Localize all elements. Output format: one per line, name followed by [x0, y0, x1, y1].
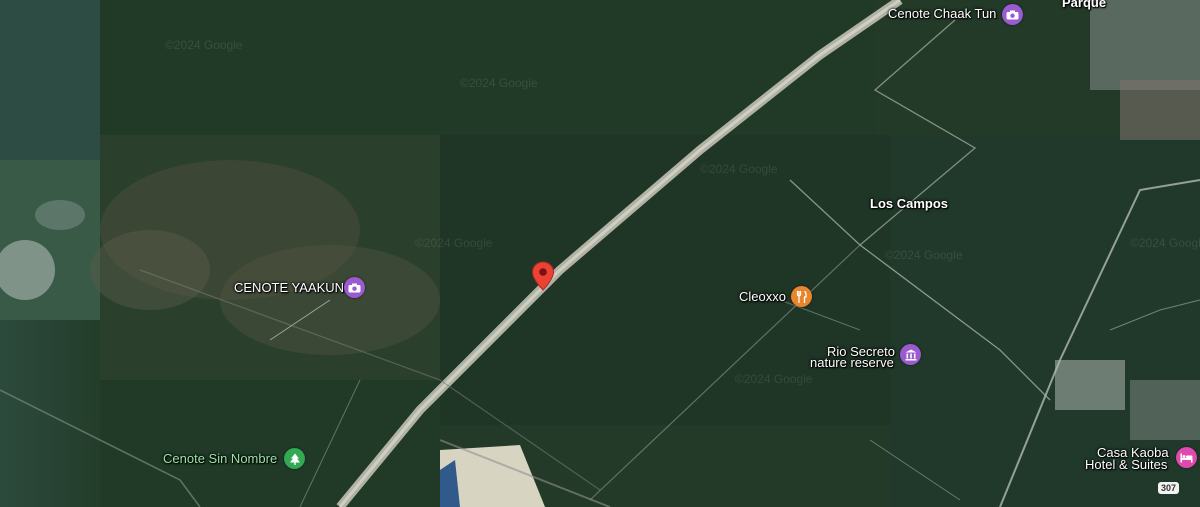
landmark-icon[interactable]	[900, 344, 921, 365]
camera-icon[interactable]	[1002, 4, 1023, 25]
park-icon[interactable]	[284, 448, 305, 469]
camera-icon[interactable]	[344, 277, 365, 298]
hotel-icon[interactable]	[1176, 447, 1197, 468]
map-watermark: ©2024 Google	[735, 372, 813, 386]
map-watermark: ©2024 Google	[460, 76, 538, 90]
map-watermark: ©2024 Google	[700, 162, 778, 176]
place-label-los-campos: Los Campos	[870, 196, 949, 211]
place-label-parque: Parque	[1062, 0, 1107, 10]
map-watermark: ©2024 Google	[165, 38, 243, 52]
poi-label[interactable]: Cenote Sin Nombre	[163, 452, 277, 466]
poi-label[interactable]: CENOTE YAAKUN	[234, 281, 344, 295]
restaurant-icon[interactable]	[791, 286, 812, 307]
highway-shield: 307	[1158, 482, 1180, 494]
poi-label-line2[interactable]: nature reserve	[810, 356, 894, 370]
poi-label[interactable]: Cenote Chaak Tun	[888, 7, 996, 21]
satellite-imagery	[0, 0, 1200, 507]
poi-label-line2[interactable]: Hotel & Suites	[1085, 458, 1167, 472]
poi-label[interactable]: Cleoxxo	[739, 290, 786, 304]
location-pin-icon[interactable]	[531, 261, 555, 296]
map-watermark: ©2024 Google	[1130, 236, 1200, 250]
map-watermark: ©2024 Google	[415, 236, 493, 250]
map-watermark: ©2024 Google	[885, 248, 963, 262]
satellite-map[interactable]: ©2024 Google ©2024 Google ©2024 Google ©…	[0, 0, 1200, 507]
